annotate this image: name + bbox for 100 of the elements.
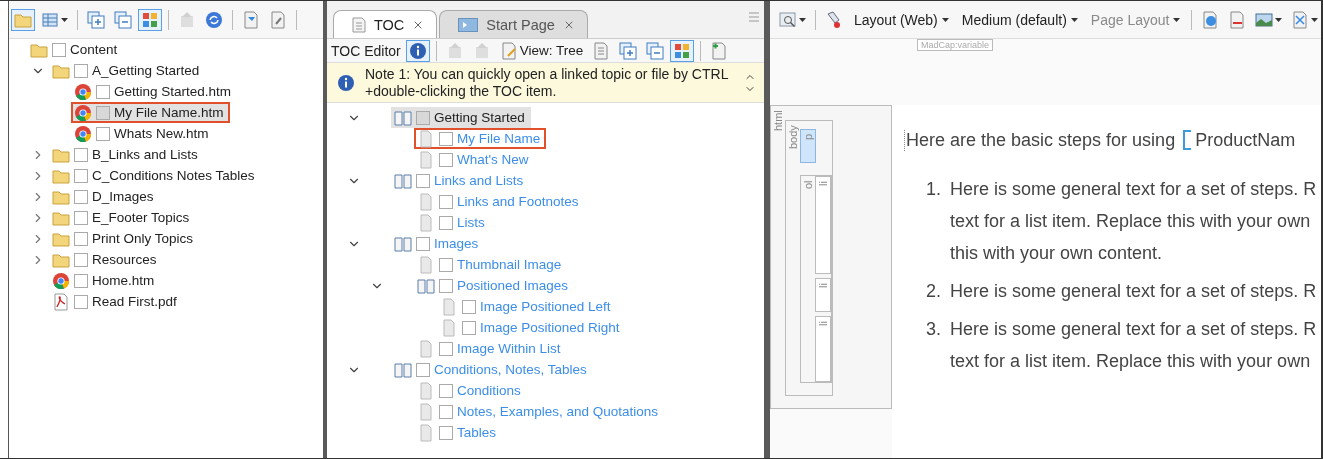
toolbar-button[interactable] [11, 8, 35, 31]
toolbar-button[interactable] [405, 39, 430, 62]
toolbar-title: TOC Editor [330, 42, 402, 59]
tree-item[interactable]: Read First.pdf [49, 291, 183, 312]
checkbox[interactable] [462, 320, 476, 335]
page-icon [440, 318, 458, 337]
toolbar-button[interactable] [670, 39, 695, 62]
structure-bar[interactable]: li [815, 316, 831, 382]
tree-item[interactable]: Getting Started [391, 107, 531, 128]
structure-bar[interactable]: p [800, 129, 816, 163]
tree-item[interactable]: What's New [414, 149, 535, 170]
tree-item[interactable]: My File Name.htm [71, 102, 230, 123]
tree-item[interactable]: Positioned Images [414, 275, 575, 296]
tree-item[interactable]: A_Getting Started [49, 60, 206, 81]
checkbox[interactable] [74, 210, 88, 225]
variable-field[interactable]: ProductNam [1183, 129, 1296, 151]
checkbox[interactable] [74, 63, 88, 78]
tree-item[interactable]: Resources [49, 249, 163, 270]
tree-item-label: Positioned Images [457, 278, 569, 293]
checkbox[interactable] [439, 257, 453, 272]
checkbox[interactable] [439, 131, 453, 146]
tree-item[interactable]: Home.htm [49, 270, 161, 291]
page-icon [417, 150, 435, 169]
tree-item-label: B_Links and Lists [92, 147, 198, 162]
structure-bar[interactable]: body p ol li li li [785, 120, 833, 396]
structure-bar[interactable]: li [815, 176, 831, 274]
checkbox[interactable] [416, 362, 430, 377]
tree-item[interactable]: Thumbnail Image [414, 254, 568, 275]
collapse-all-icon [114, 10, 132, 29]
tree-item[interactable]: Image Positioned Right [437, 317, 626, 338]
checkbox[interactable] [96, 84, 110, 99]
checkbox[interactable] [96, 105, 110, 120]
checkbox[interactable] [74, 168, 88, 183]
color-tiles-icon [141, 10, 159, 29]
tree-item-label: Getting Started [434, 110, 525, 125]
checkbox[interactable] [74, 273, 88, 288]
tree-item[interactable]: Image Within List [414, 338, 567, 359]
editor-tab[interactable]: TOC [333, 10, 438, 38]
browser-icon [52, 271, 70, 290]
checkbox[interactable] [416, 173, 430, 188]
tree-item[interactable]: Print Only Topics [49, 228, 200, 249]
tree-item-label: My File Name.htm [114, 105, 224, 120]
tree-item[interactable]: Content [27, 39, 124, 60]
tree-item[interactable]: Getting Started.htm [71, 81, 238, 102]
checkbox[interactable] [439, 383, 453, 398]
tree-item[interactable]: Tables [414, 422, 503, 443]
tree-item[interactable]: Whats New.htm [71, 123, 215, 144]
tree-item[interactable]: B_Links and Lists [49, 144, 204, 165]
tree-item[interactable]: Lists [414, 212, 491, 233]
checkbox[interactable] [74, 231, 88, 246]
checkbox[interactable] [439, 194, 453, 209]
open-book-icon [417, 276, 435, 295]
checkbox[interactable] [439, 152, 453, 167]
tree-item[interactable]: Notes, Examples, and Quotations [414, 401, 665, 422]
checkbox[interactable] [74, 252, 88, 267]
page-icon [417, 129, 435, 148]
tree-item[interactable]: Image Positioned Left [437, 296, 617, 317]
checkbox[interactable] [416, 110, 430, 125]
tree-item[interactable]: D_Images [49, 186, 160, 207]
checkbox[interactable] [439, 341, 453, 356]
checkbox[interactable] [439, 278, 453, 293]
checkbox[interactable] [439, 425, 453, 440]
view-button[interactable]: View: Tree [496, 39, 587, 62]
checkbox[interactable] [416, 236, 430, 251]
tree-item[interactable]: Conditions, Notes, Tables [391, 359, 593, 380]
toolbar-button[interactable] [138, 8, 162, 31]
checkbox[interactable] [439, 404, 453, 419]
tree-item-label: Tables [457, 425, 497, 440]
checkbox[interactable] [96, 126, 110, 141]
structure-bar[interactable]: ol li li li [800, 175, 832, 383]
checkbox[interactable] [74, 294, 88, 309]
toolbar-button[interactable] [111, 8, 135, 31]
structure-bar[interactable]: li [815, 278, 831, 312]
tree-item-label: Notes, Examples, and Quotations [457, 404, 659, 419]
browser-icon [74, 103, 92, 122]
checkbox[interactable] [74, 189, 88, 204]
checkbox[interactable] [52, 42, 66, 57]
tree-item[interactable]: Images [391, 233, 485, 254]
dropdown-menu[interactable]: Medium (default) [956, 9, 1083, 30]
page-icon [417, 213, 435, 232]
checkbox[interactable] [74, 147, 88, 162]
caret-icon [1173, 17, 1181, 22]
checkbox[interactable] [439, 215, 453, 230]
editor-tab[interactable]: Start Page [439, 10, 588, 38]
tree-item[interactable]: Conditions [414, 380, 527, 401]
toolbar-button[interactable] [84, 8, 108, 31]
variable-tag: MadCap:variable [917, 39, 994, 51]
list-number: 3. [926, 318, 942, 341]
info-icon [337, 73, 355, 92]
tree-item-label: Thumbnail Image [457, 257, 562, 272]
checkbox[interactable] [462, 299, 476, 314]
tree-item[interactable]: Links and Footnotes [414, 191, 585, 212]
tree-item[interactable]: My File Name [414, 128, 547, 149]
structure-bar[interactable]: html body p ol li li li [770, 105, 892, 409]
tree-item[interactable]: Links and Lists [391, 170, 530, 191]
tree-item[interactable]: C_Conditions Notes Tables [49, 165, 261, 186]
page-icon [417, 402, 435, 421]
tree-item[interactable]: E_Footer Topics [49, 207, 196, 228]
info-icon [408, 41, 427, 60]
dropdown-menu[interactable]: Layout (Web) [849, 9, 954, 30]
